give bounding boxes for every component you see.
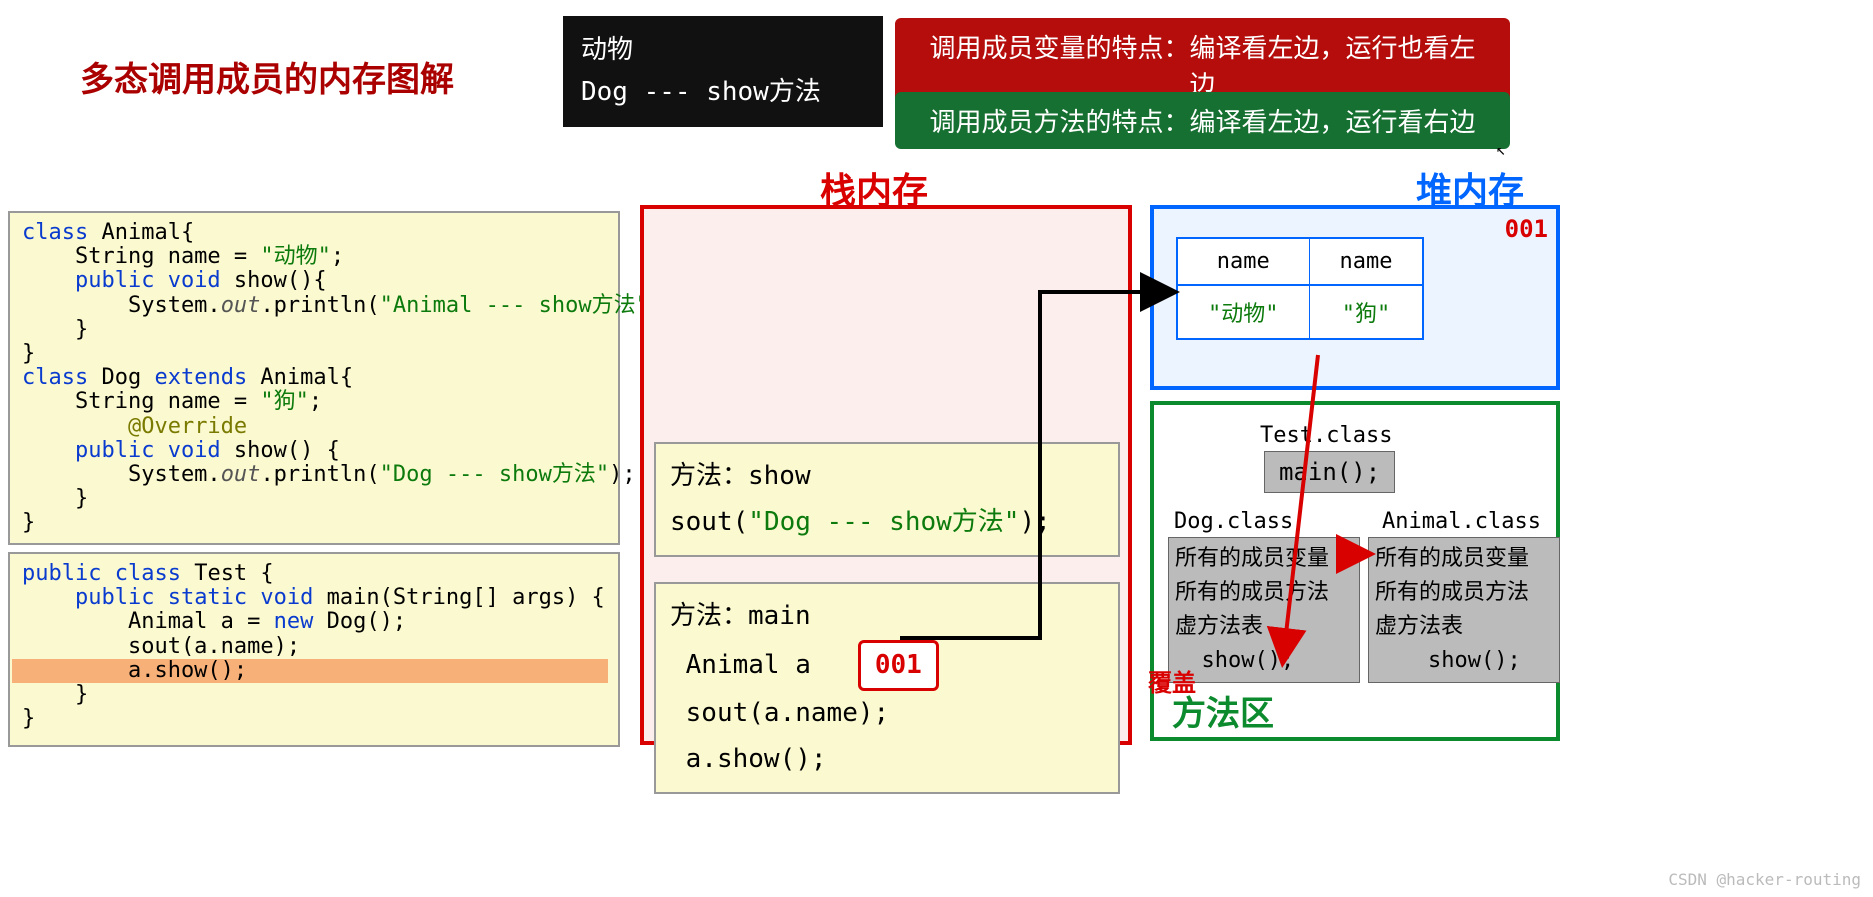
console-line-1: 动物 (581, 30, 865, 72)
rule-method-banner: 调用成员方法的特点：编译看左边，运行看右边 (895, 92, 1510, 149)
method-area: Test.class main(); Dog.class 所有的成员变量 所有的… (1150, 401, 1560, 741)
animal-class-label: Animal.class (1382, 509, 1541, 534)
heap-value-0: "动物" (1177, 285, 1309, 339)
watermark: CSDN @hacker-routing (1668, 870, 1861, 889)
stack-frame-main: 方法：main Animal a 001 sout(a.name); a.sho… (654, 582, 1120, 794)
page-title: 多态调用成员的内存图解 (80, 52, 454, 101)
heap-object-table: name name "动物" "狗" (1176, 237, 1424, 340)
cursor-icon: ↖ (1496, 140, 1506, 159)
stack-memory: 方法：show sout("Dog --- show方法"); 方法：main … (640, 205, 1132, 745)
heap-address-ref: 001 (858, 640, 939, 692)
test-class-label: Test.class (1260, 423, 1392, 448)
heap-field-0: name (1177, 238, 1309, 285)
stack-frame-show: 方法：show sout("Dog --- show方法"); (654, 442, 1120, 557)
main-method-box: main(); (1264, 451, 1395, 493)
method-area-label: 方法区 (1172, 686, 1274, 735)
heap-field-1: name (1309, 238, 1423, 285)
console-line-2: Dog --- show方法 (581, 72, 865, 114)
code-test: public class Test { public static void m… (8, 552, 620, 747)
console-output: 动物 Dog --- show方法 (563, 16, 883, 127)
animal-class-box: 所有的成员变量 所有的成员方法 虚方法表 show(); (1368, 537, 1560, 683)
heap-value-1: "狗" (1309, 285, 1423, 339)
highlighted-line: a.show(); (12, 659, 608, 683)
dog-class-box: 所有的成员变量 所有的成员方法 虚方法表 show(); (1168, 537, 1360, 683)
heap-memory: 001 name name "动物" "狗" (1150, 205, 1560, 390)
code-classes: class Animal{ String name = "动物"; public… (8, 211, 620, 545)
dog-class-label: Dog.class (1174, 509, 1293, 534)
heap-object-address: 001 (1505, 215, 1548, 243)
